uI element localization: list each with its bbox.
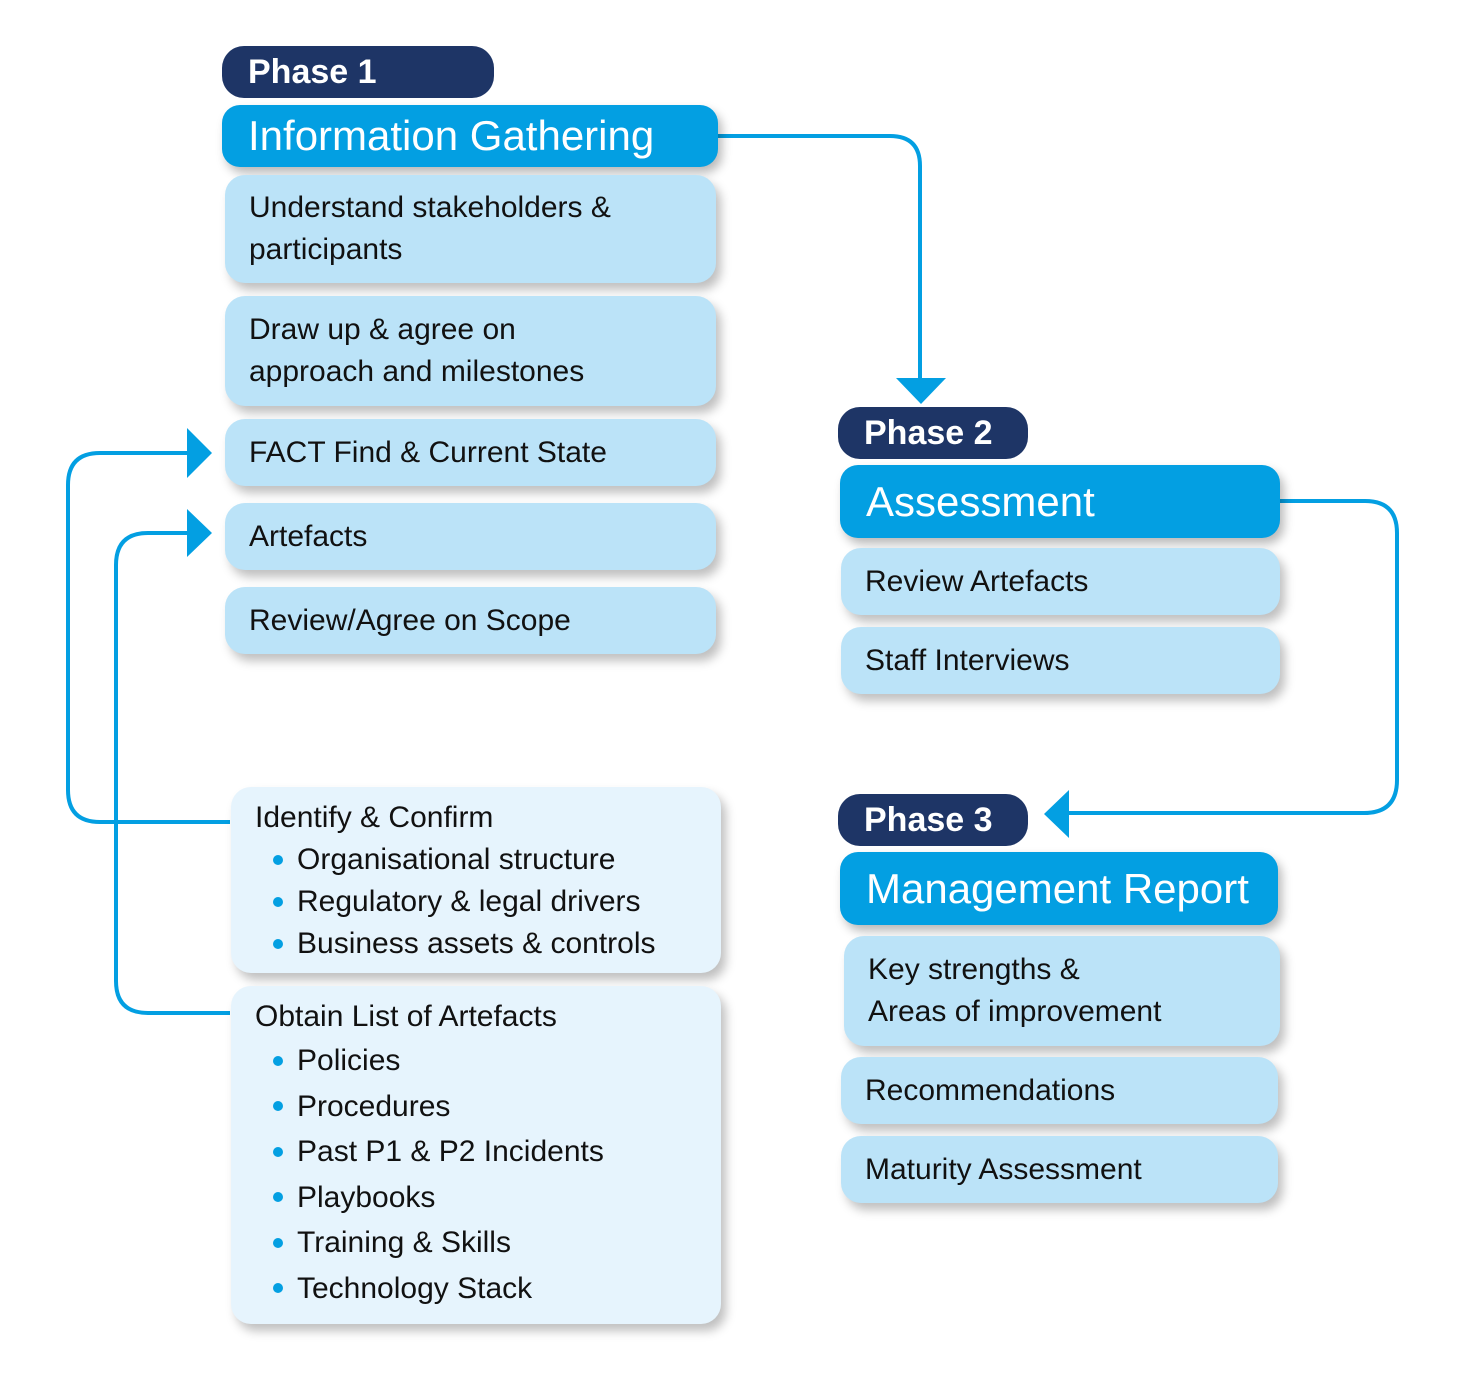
step-text: Staff Interviews	[865, 643, 1070, 677]
phase-3-label: Phase 3	[838, 794, 1028, 846]
phase-2-label: Phase 2	[838, 407, 1028, 459]
phase-3-title: Management Report	[840, 852, 1278, 925]
phase-1-label: Phase 1	[222, 46, 494, 98]
bullet-icon	[273, 939, 283, 949]
step-text: FACT Find & Current State	[249, 435, 607, 469]
step-text: Draw up & agree on approach and mileston…	[249, 313, 585, 388]
list-item: Training & Skills	[273, 1220, 721, 1266]
panel-title: Obtain List of Artefacts	[255, 1000, 557, 1033]
phase-1-title: Information Gathering	[222, 105, 718, 167]
arrow-left-icon	[1044, 790, 1069, 838]
arrow-right-icon	[187, 428, 212, 478]
list-item: Procedures	[273, 1084, 721, 1130]
panel-list: Policies Procedures Past P1 & P2 Inciden…	[255, 1038, 721, 1311]
list-item: Playbooks	[273, 1175, 721, 1221]
step-text: Artefacts	[249, 519, 368, 553]
step-text: Maturity Assessment	[865, 1152, 1142, 1186]
list-item: Policies	[273, 1038, 721, 1084]
panel-title: Identify & Confirm	[255, 801, 494, 834]
list-item: Regulatory & legal drivers	[273, 881, 721, 923]
phase-2-title: Assessment	[840, 465, 1280, 538]
connector-phase1-to-phase2	[716, 134, 922, 380]
bullet-icon	[273, 1055, 283, 1066]
step-text: Recommendations	[865, 1073, 1116, 1107]
phase-3-label-text: Phase 3	[864, 801, 993, 839]
bullet-icon	[273, 1237, 283, 1248]
process-diagram: Phase 1 Information Gathering Understand…	[0, 0, 1475, 1400]
phase-3-step: Maturity Assessment	[841, 1136, 1278, 1203]
phase-2-step: Staff Interviews	[841, 627, 1280, 694]
phase-1-step: Review/Agree on Scope	[225, 587, 716, 654]
phase-3-step: Recommendations	[841, 1057, 1278, 1124]
phase-1-step: Draw up & agree on approach and mileston…	[225, 296, 716, 406]
list-item: Organisational structure	[273, 839, 721, 881]
bullet-icon	[273, 855, 283, 865]
bullet-icon	[273, 1192, 283, 1203]
step-text: Understand stakeholders & participants	[249, 191, 611, 266]
phase-2-title-text: Assessment	[866, 478, 1095, 525]
step-text: Key strengths & Areas of improvement	[868, 953, 1162, 1028]
bullet-icon	[273, 1146, 283, 1157]
panel-list: Organisational structure Regulatory & le…	[255, 839, 721, 965]
list-item: Past P1 & P2 Incidents	[273, 1129, 721, 1175]
arrow-down-icon	[896, 378, 946, 404]
obtain-artefacts-panel: Obtain List of Artefacts Policies Proced…	[231, 986, 721, 1324]
phase-1-step: Understand stakeholders & participants	[225, 175, 716, 283]
list-item: Business assets & controls	[273, 923, 721, 965]
connector-obtain-to-artefacts	[114, 531, 230, 1015]
phase-1-title-text: Information Gathering	[248, 112, 655, 159]
phase-3-title-text: Management Report	[866, 865, 1249, 912]
bullet-icon	[273, 897, 283, 907]
phase-2-step: Review Artefacts	[841, 548, 1280, 615]
arrow-right-icon	[187, 509, 212, 557]
phase-1-step: Artefacts	[225, 503, 716, 570]
phase-2-label-text: Phase 2	[864, 414, 993, 452]
connector-identify-to-factfind	[66, 451, 230, 824]
bullet-icon	[273, 1283, 283, 1294]
identify-confirm-panel: Identify & Confirm Organisational struct…	[231, 787, 721, 973]
step-text: Review/Agree on Scope	[249, 603, 571, 637]
list-item: Technology Stack	[273, 1266, 721, 1312]
bullet-icon	[273, 1101, 283, 1112]
phase-1-step: FACT Find & Current State	[225, 419, 716, 486]
phase-1-label-text: Phase 1	[248, 53, 377, 91]
phase-3-step: Key strengths & Areas of improvement	[844, 936, 1280, 1046]
step-text: Review Artefacts	[865, 564, 1089, 598]
